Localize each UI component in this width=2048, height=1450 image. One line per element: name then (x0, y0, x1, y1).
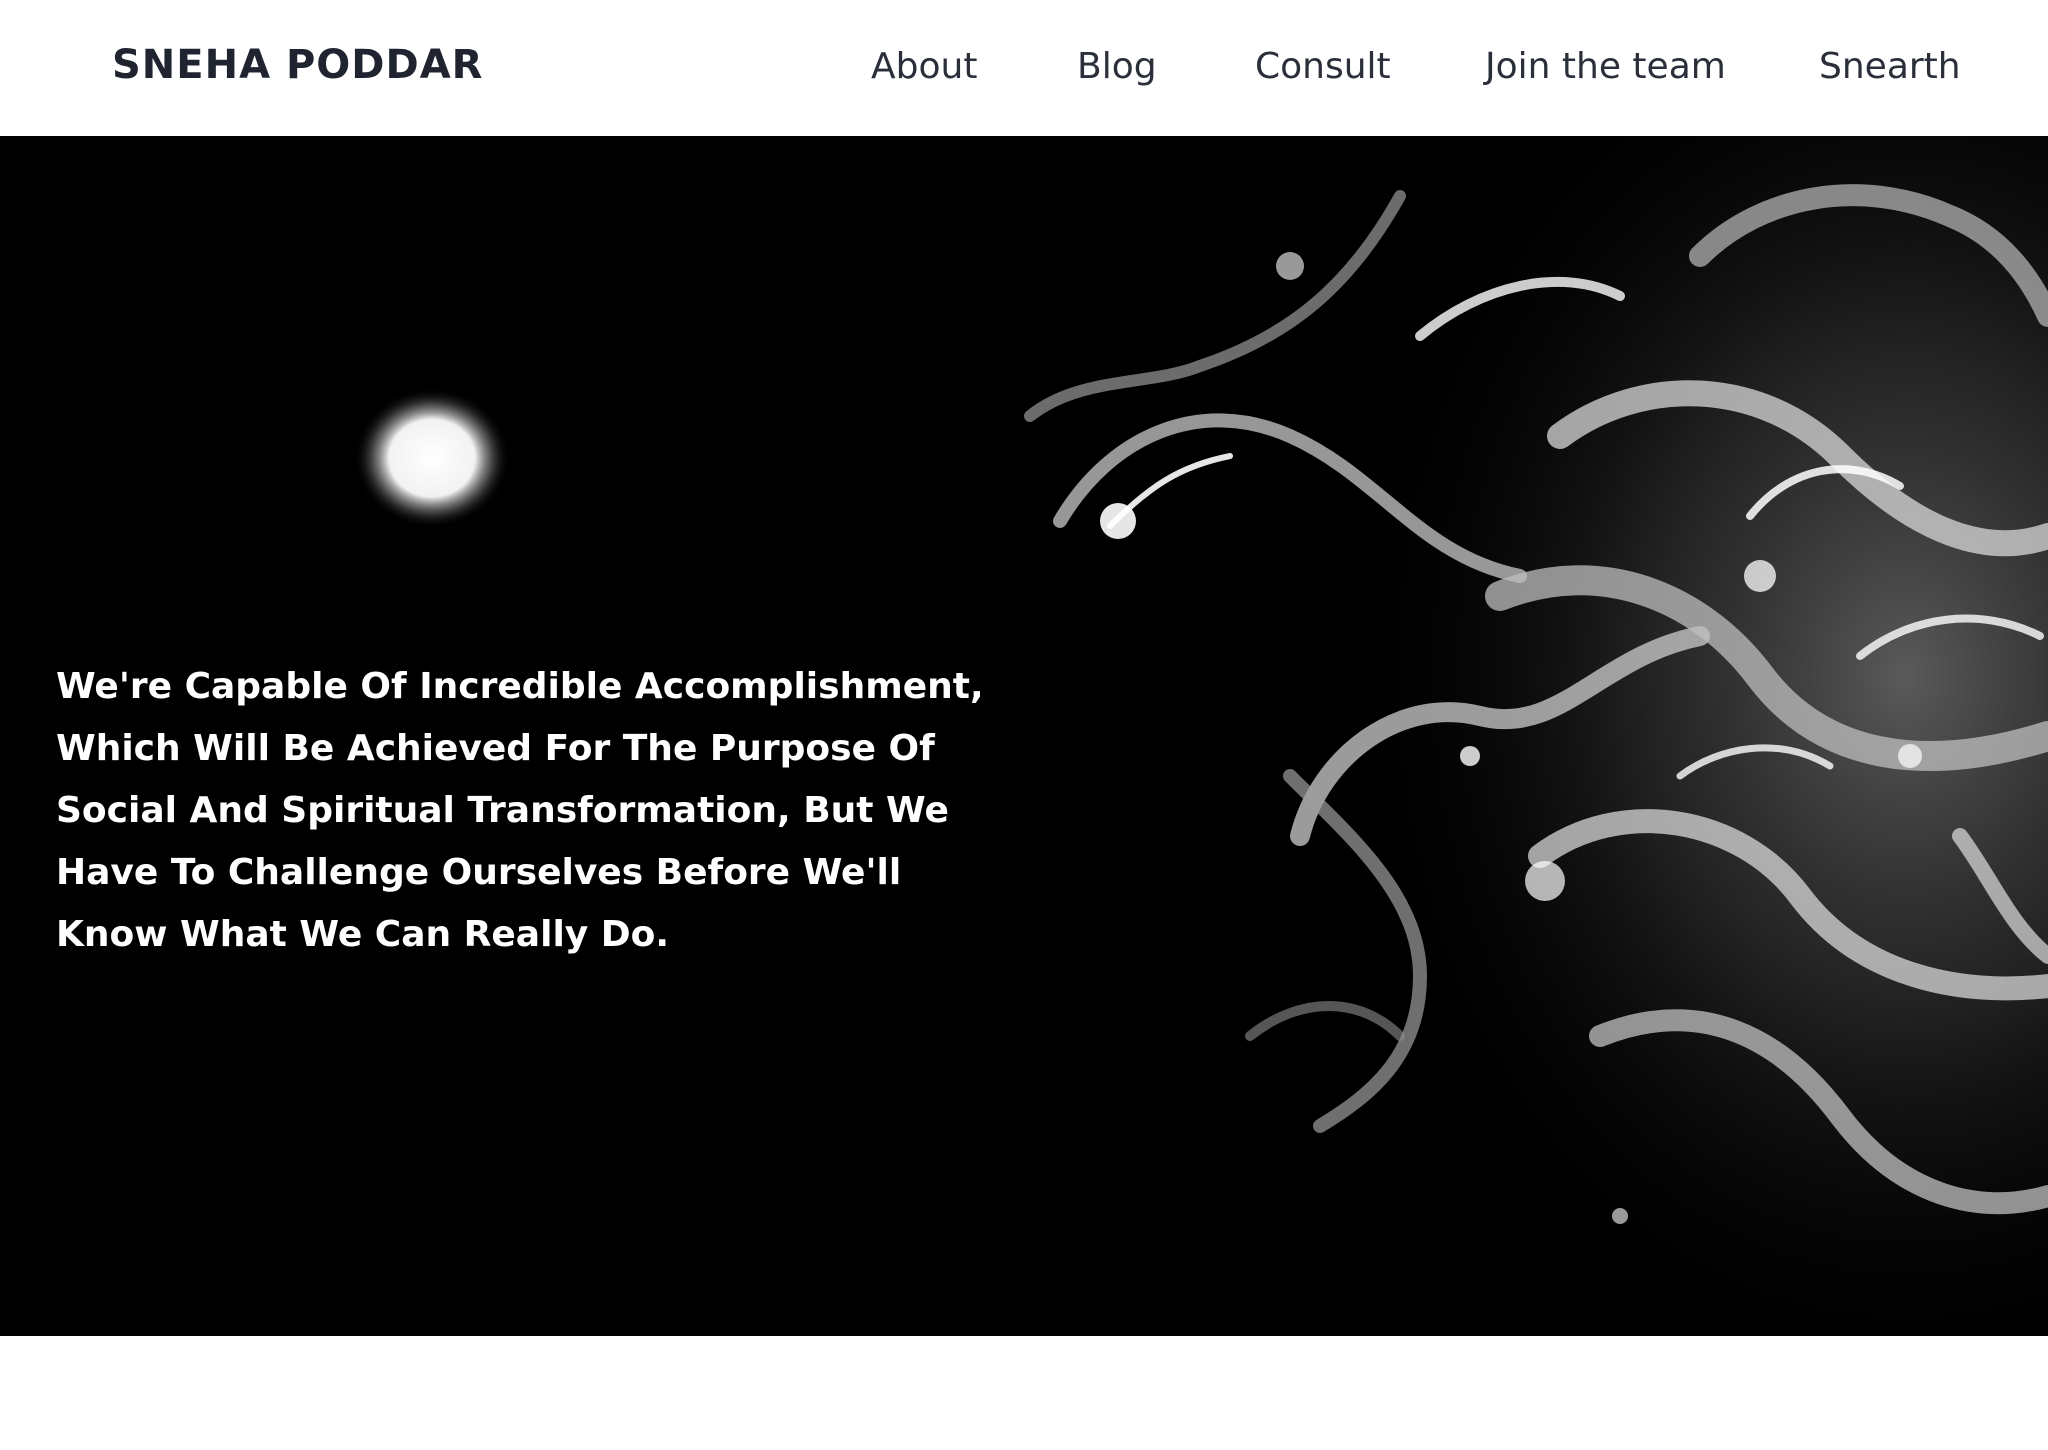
nav-link-snearth[interactable]: Snearth (1819, 46, 1961, 87)
nav-link-consult[interactable]: Consult (1255, 46, 1391, 87)
light-orb-shape (354, 388, 510, 528)
nav-link-join-the-team[interactable]: Join the team (1485, 46, 1726, 87)
sculpture-shading (1100, 136, 2048, 1336)
site-header: SNEHA PODDAR About Blog Consult Join the… (0, 0, 2048, 136)
hero-quote: We're Capable Of Incredible Accomplishme… (56, 666, 984, 955)
nav-link-about[interactable]: About (871, 46, 977, 87)
hero-section: We're Capable Of Incredible Accomplishme… (0, 136, 2048, 1336)
nav-link-blog[interactable]: Blog (1077, 46, 1157, 87)
brand-logo-link[interactable]: SNEHA PODDAR (112, 42, 483, 88)
